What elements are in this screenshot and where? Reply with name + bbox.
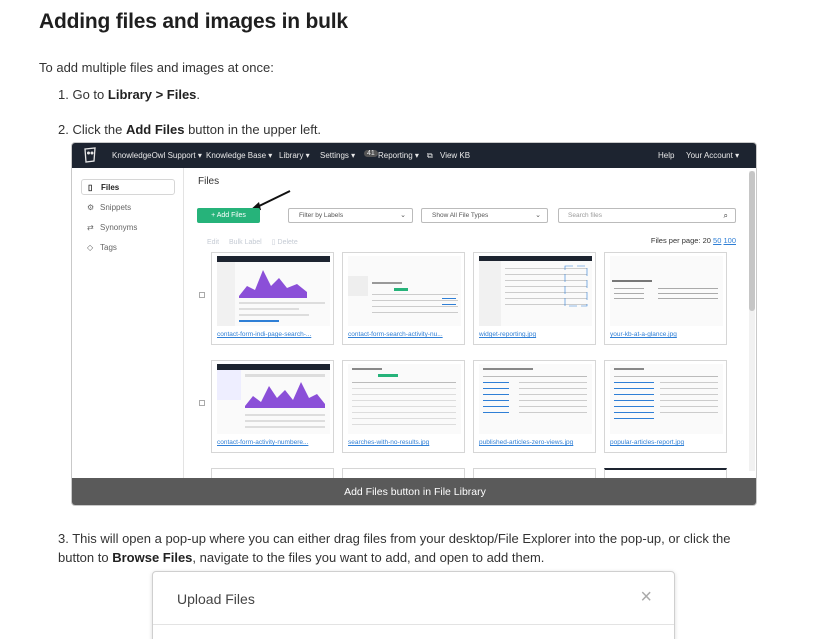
file-name-link[interactable]: popular-articles-report.jpg (610, 439, 684, 446)
scrollbar-thumb[interactable] (749, 171, 755, 311)
file-card[interactable]: popular-articles-report.jpg (604, 360, 727, 453)
delete-link[interactable]: Delete (278, 239, 298, 246)
file-icon: ▯ (88, 183, 93, 192)
edit-link[interactable]: Edit (207, 239, 219, 246)
nav-knowledge-base[interactable]: Knowledge Base ▾ (206, 151, 272, 160)
nav-brand[interactable]: KnowledgeOwl Support ▾ (112, 151, 202, 160)
close-icon[interactable]: × (640, 586, 652, 609)
per-page-label: Files per page: (650, 236, 701, 245)
bulk-actions: Edit Bulk Label ▯ Delete (207, 238, 306, 246)
nav-settings[interactable]: Settings ▾ (320, 151, 355, 160)
file-name-link[interactable]: your-kb-at-a-glance.jpg (610, 331, 677, 338)
per-page-option[interactable]: 50 (713, 236, 721, 245)
nav-view-kb[interactable]: View KB (440, 151, 470, 160)
step-text: Click the (72, 122, 126, 137)
step-number: 3. (58, 531, 69, 546)
files-content: Files + Add Files Filter by Labels ⌄ Sho… (185, 168, 745, 480)
nav-help[interactable]: Help (658, 151, 674, 160)
file-name-link[interactable]: contact-form-activity-numbere... (217, 439, 308, 446)
file-thumbnail (217, 256, 330, 326)
bulk-label-link[interactable]: Bulk Label (229, 239, 262, 246)
sidebar-item-synonyms[interactable]: ⇄ Synonyms (81, 220, 175, 236)
sidebar-item-files[interactable]: ▯ Files (81, 179, 175, 195)
search-icon: ⌕ (723, 211, 728, 220)
step-bold: Browse Files (112, 550, 193, 565)
file-card[interactable]: searches-with-no-results.jpg (342, 360, 465, 453)
file-types-select[interactable]: Show All File Types ⌄ (421, 208, 548, 223)
sidebar-item-snippets[interactable]: ⚙ Snippets (81, 200, 175, 216)
file-thumbnail (348, 364, 461, 434)
top-nav: KnowledgeOwl Support ▾ Knowledge Base ▾ … (72, 143, 756, 168)
file-card[interactable]: contact-form-indi-page-search-... (211, 252, 334, 345)
step-bold: Add Files (125, 122, 185, 137)
file-thumbnail (479, 364, 592, 434)
sidebar-item-label: Snippets (100, 203, 132, 212)
per-page-option[interactable]: 100 (723, 236, 736, 245)
file-thumbnail (479, 256, 592, 326)
search-files-input[interactable]: Search files ⌕ (558, 208, 736, 223)
article-title: Adding files and images in bulk (39, 10, 348, 33)
step-text: , navigate to the files you want to add,… (192, 550, 545, 565)
dialog-title: Upload Files (177, 591, 255, 607)
file-card[interactable]: contact-form-activity-numbere... (211, 360, 334, 453)
image-caption: Add Files button in File Library (72, 478, 756, 505)
file-name-link[interactable]: searches-with-no-results.jpg (348, 439, 429, 446)
file-card[interactable]: contact-form-search-activity-nu... (342, 252, 465, 345)
file-card[interactable]: widget-reporting.jpg (473, 252, 596, 345)
file-card[interactable]: your-kb-at-a-glance.jpg (604, 252, 727, 345)
step-3: 3. This will open a pop-up where you can… (58, 529, 758, 567)
file-library-screenshot: KnowledgeOwl Support ▾ Knowledge Base ▾ … (71, 142, 757, 506)
library-sidebar: ▯ Files ⚙ Snippets ⇄ Synonyms ◇ Tags (72, 168, 184, 478)
add-files-button[interactable]: + Add Files (197, 208, 260, 223)
page-title: Files (198, 176, 220, 187)
nav-reporting[interactable]: Reporting ▾ (378, 151, 419, 160)
step-bold: Library > Files (107, 87, 197, 102)
step-text: Go to (72, 87, 108, 102)
file-name-link[interactable]: published-articles-zero-views.jpg (479, 439, 573, 446)
synonyms-icon: ⇄ (87, 223, 94, 232)
file-name-link[interactable]: contact-form-indi-page-search-... (217, 331, 311, 338)
divider (153, 624, 674, 625)
row-checkbox[interactable] (199, 400, 205, 406)
search-placeholder: Search files (568, 212, 602, 219)
owl-logo-icon (84, 147, 96, 163)
file-name-link[interactable]: widget-reporting.jpg (479, 331, 536, 338)
scrollbar[interactable] (749, 171, 755, 471)
file-thumbnail (217, 364, 330, 434)
files-per-page: Files per page: 20 50 100 (651, 236, 736, 245)
step-number: 1. (58, 87, 69, 102)
per-page-current: 20 (702, 236, 711, 245)
sidebar-item-label: Tags (100, 243, 117, 252)
file-thumbnail (610, 256, 723, 326)
external-link-icon: ⧉ (427, 151, 433, 160)
file-card[interactable]: published-articles-zero-views.jpg (473, 360, 596, 453)
select-value: Show All File Types (432, 212, 489, 219)
intro-text: To add multiple files and images at once… (39, 60, 274, 75)
file-thumbnail (610, 364, 723, 434)
sidebar-item-tags[interactable]: ◇ Tags (81, 240, 175, 256)
step-text: button in the upper left. (184, 122, 322, 137)
upload-files-dialog: Upload Files × (152, 571, 675, 639)
step-number: 2. (58, 122, 69, 137)
trash-icon: ▯ (271, 239, 276, 246)
snippets-icon: ⚙ (87, 203, 95, 212)
chevron-down-icon: ⌄ (400, 212, 406, 219)
nav-account[interactable]: Your Account ▾ (686, 151, 739, 160)
chevron-down-icon: ⌄ (535, 212, 541, 219)
filter-labels-select[interactable]: Filter by Labels ⌄ (288, 208, 413, 223)
step-1: 1. Go to Library > Files. (58, 85, 200, 104)
row-checkbox[interactable] (199, 292, 205, 298)
select-value: Filter by Labels (299, 212, 344, 219)
reporting-badge: 41 (364, 150, 378, 157)
tag-icon: ◇ (87, 243, 94, 252)
file-thumbnail (348, 256, 461, 326)
sidebar-item-label: Synonyms (100, 223, 138, 232)
sidebar-item-label: Files (101, 183, 120, 192)
nav-library[interactable]: Library ▾ (279, 151, 310, 160)
file-name-link[interactable]: contact-form-search-activity-nu... (348, 331, 443, 338)
step-2: 2. Click the Add Files button in the upp… (58, 120, 321, 139)
step-text: . (196, 87, 201, 102)
